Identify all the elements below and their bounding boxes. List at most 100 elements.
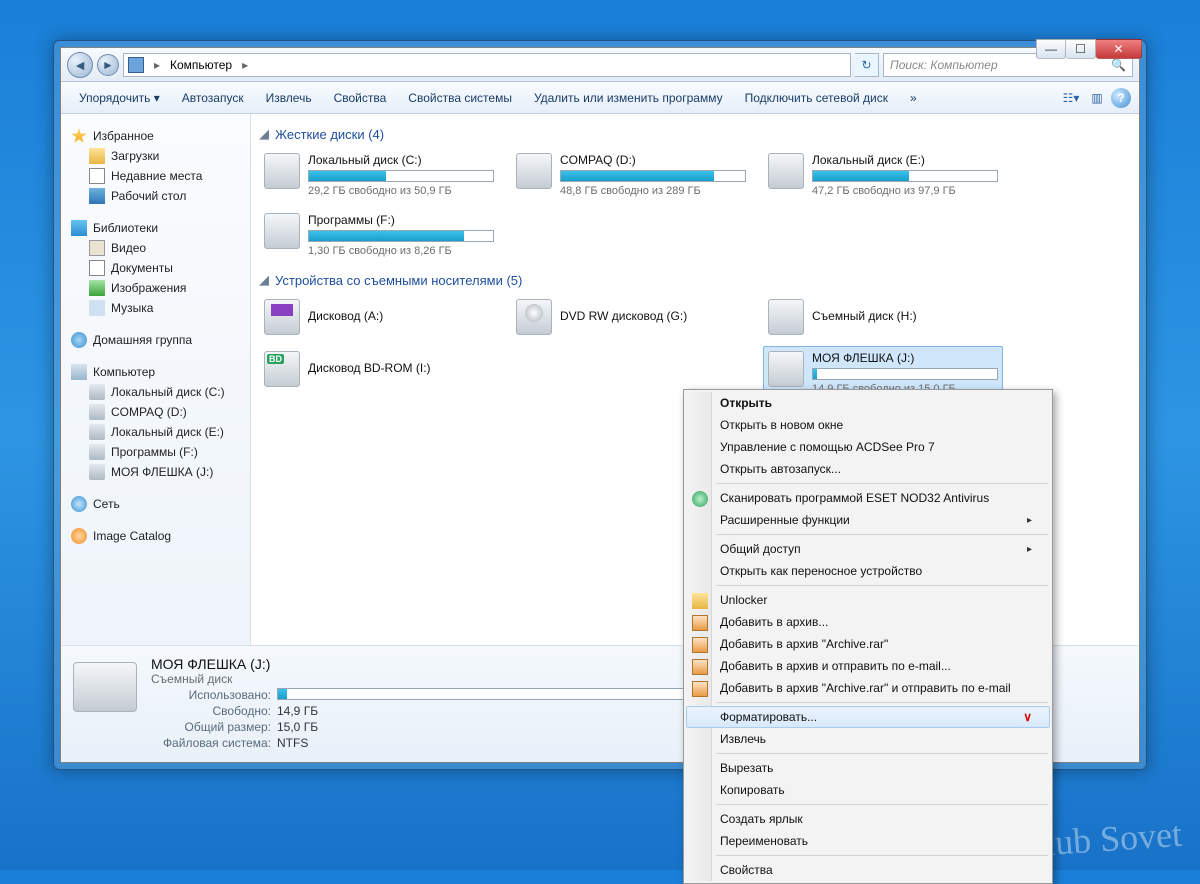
details-title: МОЯ ФЛЕШКА (J:): [151, 656, 707, 672]
drive-g[interactable]: DVD RW дисковод (G:): [511, 294, 751, 340]
ctx-copy[interactable]: Копировать: [686, 779, 1050, 801]
ctx-open-new-window[interactable]: Открыть в новом окне: [686, 414, 1050, 436]
usage-bar: [812, 170, 998, 182]
sidebar-computer[interactable]: Компьютер: [71, 362, 246, 382]
separator: [716, 753, 1048, 754]
ctx-advanced[interactable]: Расширенные функции: [686, 509, 1050, 531]
desktop-icon: [89, 188, 105, 204]
ctx-eject[interactable]: Извлечь: [686, 728, 1050, 750]
breadcrumb-location: Компьютер: [170, 58, 232, 72]
drive-c[interactable]: Локальный диск (C:) 29,2 ГБ свободно из …: [259, 148, 499, 202]
ctx-properties[interactable]: Свойства: [686, 859, 1050, 881]
ctx-create-shortcut[interactable]: Создать ярлык: [686, 808, 1050, 830]
view-options-button[interactable]: ☷▾: [1059, 86, 1083, 110]
network-icon: [71, 496, 87, 512]
removable-icon: [73, 662, 137, 712]
details-type: Съемный диск: [151, 672, 707, 686]
sidebar-libraries[interactable]: Библиотеки: [71, 218, 246, 238]
navigation-pane: Избранное Загрузки Недавние места Рабочи…: [61, 114, 251, 645]
sidebar-pictures[interactable]: Изображения: [71, 278, 246, 298]
usage-bar: [277, 688, 707, 700]
help-button[interactable]: ?: [1111, 88, 1131, 108]
star-icon: [71, 128, 87, 144]
ctx-open-autoplay[interactable]: Открыть автозапуск...: [686, 458, 1050, 480]
separator: [716, 855, 1048, 856]
drive-e[interactable]: Локальный диск (E:) 47,2 ГБ свободно из …: [763, 148, 1003, 202]
ctx-unlocker[interactable]: Unlocker: [686, 589, 1050, 611]
computer-icon: [71, 364, 87, 380]
recent-icon: [89, 168, 105, 184]
drive-i[interactable]: Дисковод BD-ROM (I:): [259, 346, 499, 400]
maximize-button[interactable]: ☐: [1066, 39, 1096, 59]
ctx-cut[interactable]: Вырезать: [686, 757, 1050, 779]
forward-button[interactable]: ►: [97, 54, 119, 76]
sidebar-video[interactable]: Видео: [71, 238, 246, 258]
window-controls: — ☐ ✕: [1036, 39, 1142, 59]
sidebar-image-catalog[interactable]: Image Catalog: [71, 526, 246, 546]
sidebar-drive-d[interactable]: COMPAQ (D:): [71, 402, 246, 422]
nav-row: ◄ ► ▸ Компьютер ▸ ↻ Поиск: Компьютер 🔍: [61, 48, 1139, 82]
map-drive-button[interactable]: Подключить сетевой диск: [735, 86, 898, 110]
checkmark-icon: ∨: [1023, 710, 1032, 724]
autoplay-button[interactable]: Автозапуск: [172, 86, 254, 110]
ctx-eset-scan[interactable]: Сканировать программой ESET NOD32 Antivi…: [686, 487, 1050, 509]
removable-icon: [768, 299, 804, 335]
sidebar-documents[interactable]: Документы: [71, 258, 246, 278]
eset-icon: [692, 491, 708, 507]
pictures-icon: [89, 280, 105, 296]
minimize-button[interactable]: —: [1036, 39, 1066, 59]
ctx-open[interactable]: Открыть: [686, 392, 1050, 414]
ctx-format[interactable]: Форматировать...∨: [686, 706, 1050, 728]
sidebar-drive-e[interactable]: Локальный диск (E:): [71, 422, 246, 442]
chevron-right-icon: ▸: [150, 58, 164, 72]
hdd-icon: [89, 464, 105, 480]
usage-bar: [308, 230, 494, 242]
eject-button[interactable]: Извлечь: [256, 86, 322, 110]
ctx-portable[interactable]: Открыть как переносное устройство: [686, 560, 1050, 582]
ctx-rar-add-named[interactable]: Добавить в архив "Archive.rar": [686, 633, 1050, 655]
hdd-icon: [89, 444, 105, 460]
section-hard-drives[interactable]: ◢Жесткие диски (4): [259, 126, 1131, 142]
preview-pane-button[interactable]: ▥: [1085, 86, 1109, 110]
ctx-acdsee[interactable]: Управление с помощью ACDSee Pro 7: [686, 436, 1050, 458]
libraries-icon: [71, 220, 87, 236]
refresh-button[interactable]: ↻: [855, 53, 879, 77]
sidebar-downloads[interactable]: Загрузки: [71, 146, 246, 166]
sidebar-drive-c[interactable]: Локальный диск (C:): [71, 382, 246, 402]
catalog-icon: [71, 528, 87, 544]
properties-button[interactable]: Свойства: [324, 86, 397, 110]
hdd-icon: [768, 153, 804, 189]
winrar-icon: [692, 615, 708, 631]
removable-icon: [768, 351, 804, 387]
ctx-share[interactable]: Общий доступ: [686, 538, 1050, 560]
address-bar[interactable]: ▸ Компьютер ▸: [123, 53, 851, 77]
drive-a[interactable]: Дисковод (A:): [259, 294, 499, 340]
back-button[interactable]: ◄: [67, 52, 93, 78]
ctx-rar-email-named[interactable]: Добавить в архив "Archive.rar" и отправи…: [686, 677, 1050, 699]
sidebar-recent[interactable]: Недавние места: [71, 166, 246, 186]
drive-h[interactable]: Съемный диск (H:): [763, 294, 1003, 340]
sidebar-music[interactable]: Музыка: [71, 298, 246, 318]
sidebar-network[interactable]: Сеть: [71, 494, 246, 514]
command-bar: Упорядочить ▾ Автозапуск Извлечь Свойств…: [61, 82, 1139, 114]
ctx-rar-email[interactable]: Добавить в архив и отправить по e-mail..…: [686, 655, 1050, 677]
sidebar-drive-f[interactable]: Программы (F:): [71, 442, 246, 462]
sidebar-homegroup[interactable]: Домашняя группа: [71, 330, 246, 350]
system-properties-button[interactable]: Свойства системы: [398, 86, 522, 110]
organize-button[interactable]: Упорядочить ▾: [69, 86, 170, 110]
sidebar-favorites[interactable]: Избранное: [71, 126, 246, 146]
uninstall-button[interactable]: Удалить или изменить программу: [524, 86, 733, 110]
sidebar-drive-j[interactable]: МОЯ ФЛЕШКА (J:): [71, 462, 246, 482]
drive-f[interactable]: Программы (F:) 1,30 ГБ свободно из 8,26 …: [259, 208, 499, 262]
ctx-rename[interactable]: Переименовать: [686, 830, 1050, 852]
close-button[interactable]: ✕: [1096, 39, 1142, 59]
hdd-icon: [264, 153, 300, 189]
collapse-icon: ◢: [259, 126, 269, 142]
separator: [716, 804, 1048, 805]
hdd-icon: [264, 213, 300, 249]
sidebar-desktop[interactable]: Рабочий стол: [71, 186, 246, 206]
ctx-rar-add[interactable]: Добавить в архив...: [686, 611, 1050, 633]
drive-d[interactable]: COMPAQ (D:) 48,8 ГБ свободно из 289 ГБ: [511, 148, 751, 202]
section-removable[interactable]: ◢Устройства со съемными носителями (5): [259, 272, 1131, 288]
overflow-button[interactable]: »: [900, 86, 927, 110]
